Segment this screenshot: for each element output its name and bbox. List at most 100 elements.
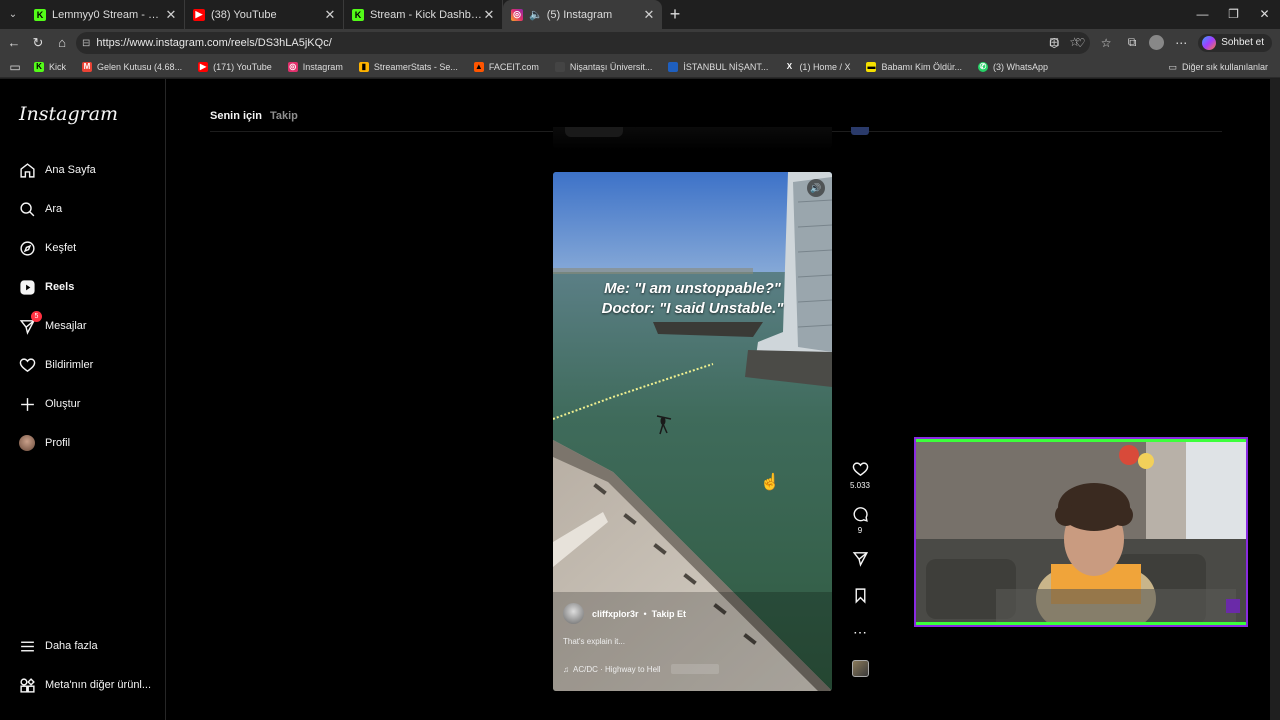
close-window-icon[interactable]: ✕ [1249, 0, 1280, 29]
bookmark-x[interactable]: X (1) Home / X [784, 61, 851, 72]
bookmark-label: İSTANBUL NİŞANT... [683, 61, 769, 72]
plus-icon [18, 395, 36, 413]
browser-essentials-icon[interactable]: ♡ [1071, 36, 1089, 50]
search-icon [18, 200, 36, 218]
comment-action[interactable]: 9 [846, 506, 874, 535]
bookmark-gmail[interactable]: M Gelen Kutusu (4.68... [82, 61, 182, 72]
sidebar-item-profile[interactable]: Profil [18, 434, 70, 452]
address-bar[interactable]: ⊟ https://www.instagram.com/reels/DS3hLA… [76, 32, 1090, 54]
reel-overlay-text: Me: "I am unstoppable?" Doctor: "I said … [553, 279, 832, 319]
other-bookmarks[interactable]: ▭ Diğer sık kullanılanlar [1168, 56, 1268, 78]
heart-icon [852, 462, 868, 477]
tab-following[interactable]: Takip [270, 110, 298, 122]
close-tab-icon[interactable]: ✕ [164, 7, 178, 23]
author-username[interactable]: cliffxplor3r [592, 609, 639, 619]
feed-tabs: Senin için Takip [210, 110, 298, 122]
other-bookmarks-label: Diğer sık kullanılanlar [1181, 62, 1268, 72]
instagram-icon: ◎ [511, 8, 523, 21]
bookmark-babami[interactable]: ▬ Babamı Kim Öldür... [866, 61, 962, 72]
whatsapp-icon: ✆ [977, 61, 988, 72]
comment-count: 9 [857, 526, 863, 535]
sidebar-item-meta-apps[interactable]: Meta'nın diğer ürünl... [18, 676, 151, 694]
sidebar-item-notifications[interactable]: Bildirimler [18, 356, 93, 374]
reel-video[interactable]: 🔊 Me: "I am unstoppable?" Doctor: "I sai… [553, 172, 832, 691]
extensions-icon[interactable]: ⬡ [1045, 36, 1063, 50]
kick-icon: K [34, 8, 46, 21]
window-controls: — ❐ ✕ [1187, 0, 1280, 29]
sidebar-item-label: Oluştur [45, 398, 81, 410]
url-text[interactable]: https://www.instagram.com/reels/DS3hLA5j… [96, 37, 331, 49]
sidebar-item-label: Ana Sayfa [45, 164, 96, 176]
meta-apps-icon [18, 676, 36, 694]
original-audio-thumbnail[interactable] [846, 660, 874, 677]
bookmark-whatsapp[interactable]: ✆ (3) WhatsApp [977, 61, 1048, 72]
bookmark-streamerstats[interactable]: ▮ StreamerStats - Se... [358, 61, 458, 72]
close-tab-icon[interactable]: ✕ [323, 7, 337, 23]
messenger-icon: 5 [18, 311, 42, 335]
reels-icon [18, 278, 36, 296]
instagram-logo[interactable]: Instagram [19, 103, 118, 125]
speaker-icon[interactable]: 🔈 [529, 8, 543, 21]
menu-icon [18, 637, 36, 655]
refresh-icon[interactable]: ↻ [26, 35, 50, 51]
bookmark-faceit[interactable]: ▲ FACEIT.com [473, 61, 539, 72]
browser-tab-youtube[interactable]: ▶ (38) YouTube ✕ [185, 0, 344, 29]
bookmark-label: FACEIT.com [488, 61, 539, 72]
bookmark-istanbul-nisantasi[interactable]: İSTANBUL NİŞANT... [668, 61, 769, 72]
browser-tab-instagram[interactable]: ◎ 🔈 (5) Instagram ✕ [503, 0, 662, 29]
sound-on-icon[interactable]: 🔊 [807, 179, 825, 197]
sidebar-item-search[interactable]: Ara [18, 200, 62, 218]
sidebar-item-more[interactable]: Daha fazla [18, 637, 98, 655]
close-tab-icon[interactable]: ✕ [482, 7, 496, 23]
sidebar-item-label: Bildirimler [45, 359, 94, 371]
author-avatar[interactable] [563, 603, 584, 624]
back-icon[interactable]: ← [2, 35, 26, 50]
tab-for-you[interactable]: Senin için [210, 110, 262, 122]
follow-button[interactable]: Takip Et [652, 609, 686, 619]
like-action[interactable]: 5.033 [846, 461, 874, 490]
sidebar-item-messages[interactable]: 5 Mesajlar [18, 311, 87, 335]
site-info-icon[interactable]: ⊟ [82, 38, 90, 49]
previous-reel-audio-thumbnail[interactable] [851, 127, 869, 135]
restore-icon[interactable]: ❐ [1218, 0, 1249, 29]
reel-audio[interactable]: ♫ AC/DC · Highway to Hell [563, 664, 719, 674]
collections-icon[interactable]: ⧉ [1123, 35, 1141, 50]
tab-actions-icon[interactable]: ▭ [6, 60, 24, 74]
webcam-frame-bottom [916, 622, 1246, 625]
sidebar-item-reels[interactable]: Reels [18, 278, 74, 296]
home-icon[interactable]: ⌂ [50, 35, 74, 50]
bookmark-label: Nişantaşı Üniversit... [569, 61, 653, 72]
browser-tab-kick-stream[interactable]: K Lemmyy0 Stream - Watch Live on Kick ✕ [26, 0, 185, 29]
browser-tab-kick-dashboard[interactable]: K Stream - Kick Dashboard ✕ [344, 0, 503, 29]
page-scrollbar[interactable] [1270, 79, 1280, 720]
music-note-icon: ♫ [563, 664, 569, 674]
save-action[interactable] [846, 587, 874, 604]
sidebar-item-create[interactable]: Oluştur [18, 395, 80, 413]
previous-reel-audio [565, 127, 623, 137]
favorites-icon[interactable]: ☆ [1097, 36, 1115, 50]
sidebar-item-explore[interactable]: Keşfet [18, 239, 76, 257]
reel-caption[interactable]: That's explain it... [563, 637, 625, 646]
minimize-icon[interactable]: — [1187, 0, 1218, 29]
more-options-icon[interactable]: ⋯ [846, 624, 874, 641]
tab-search-chevron-icon[interactable]: ⌄ [0, 0, 26, 29]
bookmark-nisantasi[interactable]: Nişantaşı Üniversit... [554, 61, 653, 72]
audio-thumbnail-image [851, 660, 869, 677]
bookmark-kick[interactable]: K Kick [34, 61, 66, 72]
university-icon [668, 61, 679, 72]
bookmarks-bar: ▭ K Kick M Gelen Kutusu (4.68... ▶ (171) Yo… [0, 56, 1280, 78]
notification-badge: 5 [31, 311, 42, 322]
profile-avatar[interactable] [1149, 35, 1165, 50]
sidebar-item-home[interactable]: Ana Sayfa [18, 161, 96, 179]
bookmark-youtube[interactable]: ▶ (171) YouTube [198, 61, 272, 72]
x-icon: X [786, 62, 793, 71]
close-tab-icon[interactable]: ✕ [642, 7, 656, 23]
bookmark-label: (1) Home / X [799, 61, 851, 72]
bookmark-instagram[interactable]: ◎ Instagram [287, 61, 343, 72]
copilot-button[interactable]: Sohbet et [1198, 33, 1272, 52]
kick-icon: K [34, 61, 44, 72]
bookmark-label: StreamerStats - Se... [373, 61, 458, 72]
more-options-icon[interactable]: ⋯ [1172, 36, 1190, 50]
new-tab-button[interactable]: + [662, 4, 688, 25]
share-action[interactable] [846, 550, 874, 567]
